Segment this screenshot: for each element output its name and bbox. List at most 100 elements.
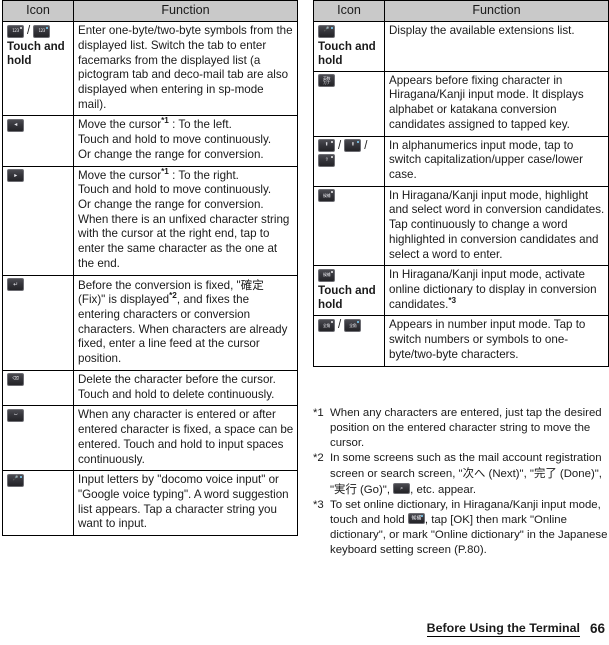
function-cell: Appears before fixing character in Hirag…	[384, 70, 609, 137]
icon-cell: ◂	[2, 115, 74, 167]
page-footer: Before Using the Terminal 66	[0, 619, 609, 637]
enter-key-glyph: ↵	[13, 280, 18, 288]
left-column: Icon Function 123 / 123 Touch and hold Enter…	[2, 0, 298, 537]
full-width-key-a: 全角	[318, 319, 335, 333]
icon-cell: 候補	[313, 185, 385, 267]
function-cell: Enter one-byte/two-byte symbols from the…	[73, 21, 298, 117]
table-header-row: Icon Function	[313, 0, 609, 23]
123-one-byte-symbol-key: 123	[7, 24, 24, 38]
function-cell: Before the conversion is fixed, "確定 (Fix…	[73, 274, 298, 371]
footnote-ref: *1	[161, 116, 169, 126]
footnote-text: When any characters are entered, just ta…	[330, 407, 602, 450]
function-cell: Move the cursor*1 : To the right. Touch a…	[73, 165, 298, 276]
123-one-byte-symbol-key-glyph: 123	[12, 28, 19, 34]
japanese-text: 完了	[533, 466, 557, 481]
full-width-key-a-glyph: 全角	[322, 322, 331, 328]
function-cell: Display the available extensions list.	[384, 21, 609, 72]
icon-separator: /	[338, 139, 342, 152]
backspace-key: ⌫	[7, 373, 24, 387]
table-row: 🎤 Input letters by "docomo voice input" o…	[2, 470, 298, 537]
icon-cell: 🎤	[2, 470, 74, 537]
cursor-right-key: ▸	[7, 169, 24, 183]
conversion-candidate-key: 候補	[318, 189, 335, 203]
icon-cell: ▸	[2, 165, 74, 276]
function-cell: In Hiragana/Kanji input mode, highlight …	[384, 185, 609, 267]
conversion-candidate-key-glyph: 候補	[411, 515, 422, 522]
table-row: 🎤 Touch and hold Display the available ext…	[313, 21, 609, 72]
key-indicator-dot	[331, 156, 333, 159]
key-indicator-dot	[331, 26, 333, 29]
backspace-key-glyph: ⌫	[12, 376, 19, 382]
japanese-text: 次へ	[462, 466, 486, 481]
japanese-text: 実行	[334, 482, 357, 497]
table-row: ⌴ When any character is entered or after …	[2, 405, 298, 472]
table-row: 英数 カナ Appears before fixing character in H…	[313, 70, 609, 137]
key-indicator-dot	[331, 270, 333, 273]
table-row: ◂ Move the cursor*1 : To the left. Touch a…	[2, 115, 298, 167]
footnote-ref: *3	[448, 295, 457, 305]
shift-lowercase-key: ⬆	[318, 139, 335, 153]
footnote-item: *3 To set online dictionary, in Hiragana/…	[313, 498, 609, 558]
right-column: Icon Function 🎤 Touch and hold Display the…	[313, 0, 609, 367]
footnote-marker: *2	[313, 452, 324, 465]
footnote-item: *1 When any characters are entered, just …	[313, 406, 609, 451]
caps-lock-key-glyph: ⇧	[324, 157, 329, 163]
function-cell: Delete the character before the cursor. …	[73, 369, 298, 407]
function-cell: In alphanumerics input mode, tap to swit…	[384, 135, 609, 187]
key-indicator-dot	[20, 475, 22, 478]
table-header-row: Icon Function	[2, 0, 298, 23]
icon-cell: 🎤 Touch and hold	[313, 21, 385, 72]
123-two-byte-symbol-key-glyph: 123	[38, 28, 45, 34]
column-header-icon: Icon	[2, 0, 74, 23]
footnote-marker: *1	[313, 407, 324, 419]
table-row: ⌫ Delete the character before the cursor.…	[2, 369, 298, 407]
footnote-text: In some screens such as the mail account…	[330, 452, 602, 497]
table-row: ⬆ / ⬆ / ⇧ In alphanumerics input mode, tap to…	[313, 135, 609, 187]
katakana-conversion-key: 英数 カナ	[318, 74, 335, 88]
icon-cell: ⌫	[2, 369, 74, 407]
shift-uppercase-key-glyph: ⬆	[350, 142, 355, 148]
shift-lowercase-key-glyph: ⬆	[324, 142, 329, 148]
icon-note: Touch and hold	[318, 39, 376, 67]
footnote-ref: *1	[161, 166, 169, 176]
icon-cell: 123 / 123 Touch and hold	[2, 21, 74, 117]
full-width-key-b: 全角	[344, 319, 362, 333]
footer-page-number: 66	[589, 621, 605, 636]
footnote-marker: *3	[313, 499, 324, 512]
shift-uppercase-key: ⬆	[344, 139, 362, 153]
conversion-candidate-key: 候補	[318, 268, 335, 282]
table-row: ↵ Before the conversion is fixed, "確定 (Fi…	[2, 274, 298, 371]
table-row: 123 / 123 Touch and hold Enter one-byte/two-…	[2, 21, 298, 117]
123-two-byte-symbol-key: 123	[33, 24, 51, 38]
microphone-voice-input-key-glyph: 🎤	[12, 476, 19, 482]
table-row: ▸ Move the cursor*1 : To the right. Touch …	[2, 165, 298, 276]
footnotes-block: *1 When any characters are entered, just …	[313, 406, 609, 558]
key-indicator-dot	[20, 26, 22, 29]
icon-cell: 全角 / 全角	[313, 315, 385, 367]
footer-section-title: Before Using the Terminal	[426, 621, 580, 637]
japanese-text: 確定	[240, 277, 264, 292]
icon-separator: /	[364, 139, 368, 152]
space-key: ⌴	[7, 408, 24, 422]
table-row: 全角 / 全角 Appears in number input mode. Tap t…	[313, 315, 609, 367]
icon-note: Touch and hold	[7, 40, 65, 68]
table-row: 候補 Touch and hold In Hiragana/Kanji input …	[313, 265, 609, 317]
cursor-left-key: ◂	[7, 118, 24, 132]
column-header-function: Function	[73, 0, 298, 23]
function-cell: When any character is entered or after e…	[73, 405, 298, 472]
search-magnifier-key: ⌕	[393, 483, 411, 495]
conversion-candidate-key: 候補	[407, 513, 425, 525]
microphone-voice-input-key-glyph: 🎤	[323, 27, 330, 33]
keyboard-icon-table-right: Icon Function 🎤 Touch and hold Display the…	[313, 0, 609, 367]
function-cell: Move the cursor*1 : To the left. Touch an…	[73, 115, 298, 167]
footnote-item: *2 In some screens such as the mail accou…	[313, 451, 609, 498]
cursor-left-key-glyph: ◂	[14, 121, 17, 129]
full-width-key-b-glyph: 全角	[349, 322, 357, 328]
icon-cell: 候補 Touch and hold	[313, 265, 385, 317]
enter-key: ↵	[7, 278, 24, 292]
footnote-ref: *2	[169, 291, 177, 301]
space-key-glyph: ⌴	[13, 412, 18, 417]
column-header-function: Function	[384, 0, 609, 23]
function-cell: In Hiragana/Kanji input mode, activate o…	[384, 265, 609, 317]
conversion-candidate-key-glyph: 候補	[322, 272, 331, 278]
